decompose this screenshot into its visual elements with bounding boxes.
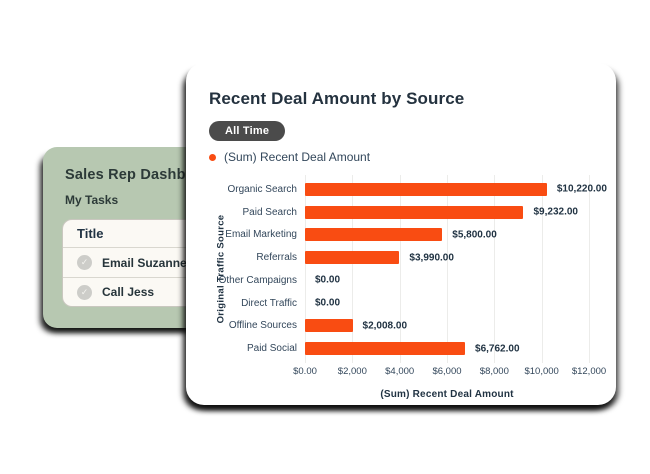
category-label: Email Marketing — [225, 229, 297, 240]
check-circle-icon[interactable]: ✓ — [77, 285, 92, 300]
category-label: Organic Search — [228, 184, 297, 195]
legend-item[interactable]: (Sum) Recent Deal Amount — [209, 150, 370, 164]
all-time-filter-pill[interactable]: All Time — [209, 121, 285, 141]
category-label: Offline Sources — [229, 320, 297, 331]
legend-dot-icon — [209, 154, 216, 161]
legend-label: (Sum) Recent Deal Amount — [224, 150, 370, 164]
category-label: Direct Traffic — [241, 298, 297, 309]
task-label: Call Jess — [102, 285, 154, 299]
chart-row: Email Marketing$5,800.00 — [305, 224, 589, 247]
x-tick-label: $2,000 — [338, 366, 367, 377]
bar[interactable] — [305, 206, 523, 219]
task-label: Email Suzanne — [102, 256, 187, 270]
bar[interactable] — [305, 342, 465, 355]
grid-line — [589, 175, 590, 363]
category-label: Other Campaigns — [219, 275, 297, 286]
bar-value-label: $6,762.00 — [475, 343, 520, 354]
page: Sales Rep Dashboard My Tasks Title ✓Emai… — [0, 0, 650, 474]
bar-value-label: $2,008.00 — [363, 320, 408, 331]
x-tick-label: $12,000 — [572, 366, 606, 377]
bar[interactable] — [305, 251, 399, 264]
category-label: Paid Search — [243, 207, 297, 218]
x-tick-label: $4,000 — [385, 366, 414, 377]
x-axis-ticks: $0.00$2,000$4,000$6,000$8,000$10,000$12,… — [305, 366, 589, 379]
chart-row: Referrals$3,990.00 — [305, 246, 589, 269]
bar-value-label: $5,800.00 — [452, 229, 497, 240]
check-circle-icon[interactable]: ✓ — [77, 255, 92, 270]
chart-row: Direct Traffic$0.00 — [305, 292, 589, 315]
chart-row: Paid Search$9,232.00 — [305, 201, 589, 224]
chart-row: Offline Sources$2,008.00 — [305, 315, 589, 338]
bar-value-label: $0.00 — [315, 298, 340, 309]
x-tick-label: $8,000 — [480, 366, 509, 377]
chart-card: Recent Deal Amount by Source All Time (S… — [186, 63, 616, 405]
chart-rows: Organic Search$10,220.00Paid Search$9,23… — [305, 178, 589, 360]
x-tick-label: $6,000 — [432, 366, 461, 377]
chart-row: Other Campaigns$0.00 — [305, 269, 589, 292]
chart-plot-area: Original Traffic Source Organic Search$1… — [305, 178, 589, 360]
chart-row: Paid Social$6,762.00 — [305, 337, 589, 360]
bar-value-label: $10,220.00 — [557, 184, 607, 195]
bar-value-label: $0.00 — [315, 275, 340, 286]
chart-row: Organic Search$10,220.00 — [305, 178, 589, 201]
category-label: Paid Social — [247, 343, 297, 354]
bar-chart: Original Traffic Source Organic Search$1… — [209, 178, 606, 400]
x-axis-title: (Sum) Recent Deal Amount — [305, 389, 589, 400]
bar[interactable] — [305, 183, 547, 196]
category-label: Referrals — [256, 252, 297, 263]
chart-title: Recent Deal Amount by Source — [209, 89, 606, 109]
bar[interactable] — [305, 319, 353, 332]
x-tick-label: $0.00 — [293, 366, 317, 377]
bar-value-label: $3,990.00 — [409, 252, 454, 263]
bar-value-label: $9,232.00 — [533, 207, 578, 218]
x-tick-label: $10,000 — [524, 366, 558, 377]
bar[interactable] — [305, 228, 442, 241]
